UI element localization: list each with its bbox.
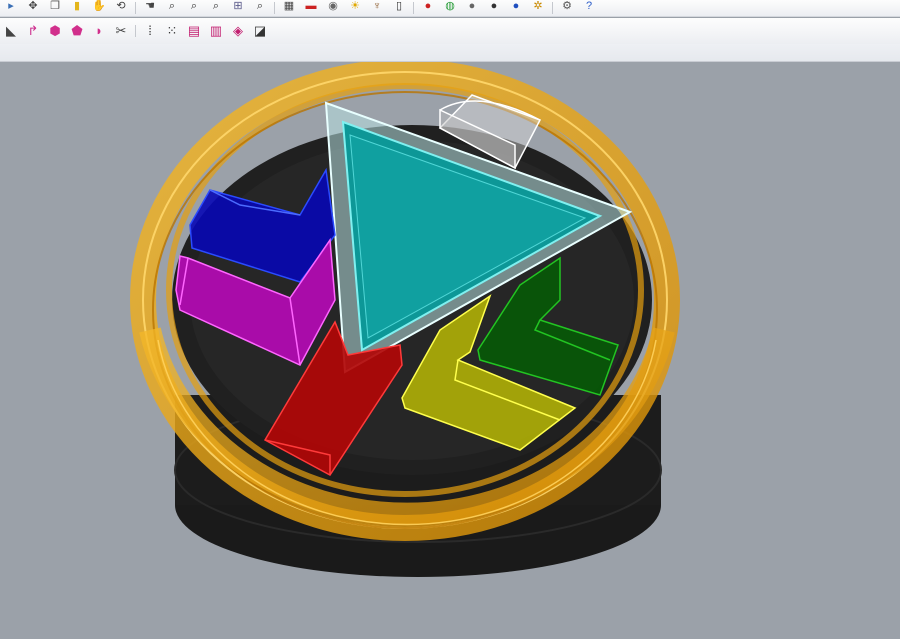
surface-icon[interactable]: ◈: [229, 22, 247, 40]
point-grid-icon[interactable]: ⁙: [163, 22, 181, 40]
zoom-selected-icon[interactable]: ⊞: [229, 0, 247, 13]
sphere-blue-icon[interactable]: ●: [507, 0, 525, 13]
material-icon[interactable]: ●: [419, 0, 437, 13]
help-icon[interactable]: ?: [580, 0, 598, 13]
solid-icon[interactable]: ⬟: [68, 22, 86, 40]
copy-icon[interactable]: ❐: [46, 0, 64, 13]
fillet-icon[interactable]: ◗: [90, 22, 108, 40]
grid-icon[interactable]: ▦: [280, 0, 298, 13]
toolbar-separator: [135, 25, 136, 37]
cut-icon[interactable]: ✂: [112, 22, 130, 40]
model-scene: [130, 62, 680, 577]
zoom-target-icon[interactable]: ⌕: [251, 0, 269, 13]
mesh-edit-icon[interactable]: ▥: [207, 22, 225, 40]
mesh-icon[interactable]: ▤: [185, 22, 203, 40]
cursor-icon[interactable]: ▸: [2, 0, 20, 13]
sphere-dark-icon[interactable]: ●: [485, 0, 503, 13]
eraser-icon[interactable]: ◪: [251, 22, 269, 40]
move-icon[interactable]: ✥: [24, 0, 42, 13]
zoom-window-icon[interactable]: ⌕: [185, 0, 203, 13]
hand-icon[interactable]: ☚: [141, 0, 159, 13]
points-icon[interactable]: ⁞: [141, 22, 159, 40]
zoom-extents-icon[interactable]: ⌕: [207, 0, 225, 13]
toolbar-separator: [135, 2, 136, 14]
toolbar-separator: [274, 2, 275, 14]
sweep-icon[interactable]: ↱: [24, 22, 42, 40]
viewport-3d[interactable]: [0, 62, 900, 639]
color-wheel-icon[interactable]: ◍: [441, 0, 459, 13]
camera-icon[interactable]: ◉: [324, 0, 342, 13]
settings-icon[interactable]: ✲: [529, 0, 547, 13]
box-icon[interactable]: ⬢: [46, 22, 64, 40]
lamp-icon[interactable]: ♆: [368, 0, 386, 13]
options-icon[interactable]: ⚙: [558, 0, 576, 13]
main-toolbar: ▸ ✥ ❐ ▮ ✋ ⟲ ☚ ⌕ ⌕ ⌕ ⊞ ⌕ ▦ ▬ ◉ ☀ ♆ ▯ ● ◍ ● ● ● ✲ ⚙?: [0, 0, 900, 17]
car-icon[interactable]: ▬: [302, 0, 320, 13]
modeling-toolbar: ◣ ↱ ⬢ ⬟ ◗ ✂ ⁞ ⁙ ▤ ▥ ◈ ◪: [0, 18, 900, 44]
zoom-icon[interactable]: ⌕: [163, 0, 181, 13]
pan-icon[interactable]: ✋: [90, 0, 108, 13]
extrude-icon[interactable]: ◣: [2, 22, 20, 40]
light-icon[interactable]: ☀: [346, 0, 364, 13]
command-area[interactable]: [0, 44, 900, 62]
paste-icon[interactable]: ▮: [68, 0, 86, 13]
toolbar-separator: [552, 2, 553, 14]
sphere-gray-icon[interactable]: ●: [463, 0, 481, 13]
rotate-view-icon[interactable]: ⟲: [112, 0, 130, 13]
toolbar-separator: [413, 2, 414, 14]
layer-icon[interactable]: ▯: [390, 0, 408, 13]
